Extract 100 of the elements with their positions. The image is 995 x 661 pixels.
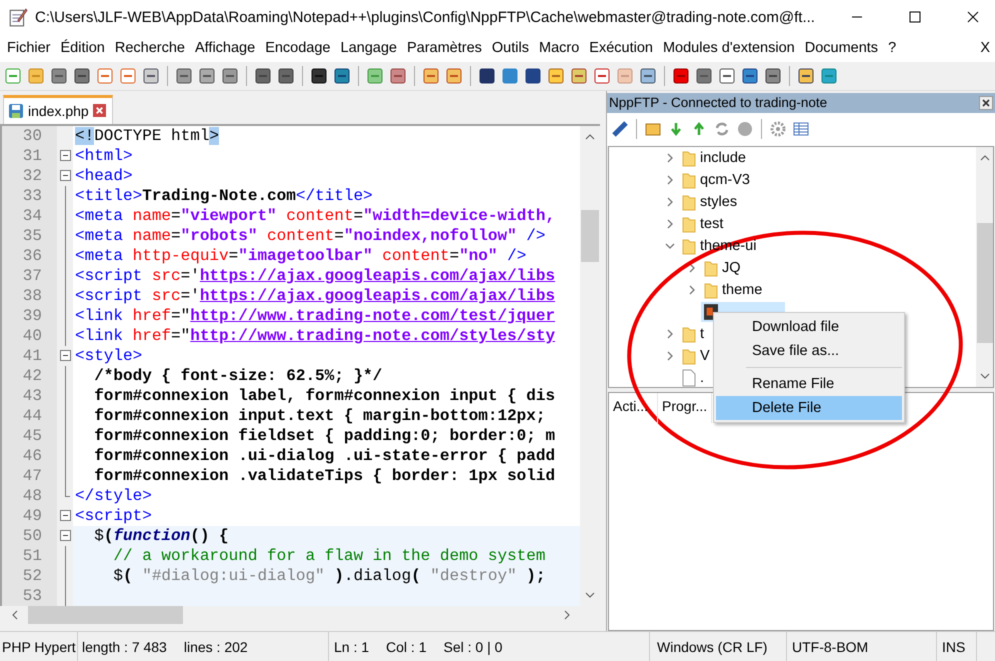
column-header[interactable]: Progr... — [658, 392, 712, 423]
scroll-left-icon[interactable] — [10, 610, 20, 620]
line-number: 52 — [2, 566, 57, 586]
tree-item[interactable]: t — [679, 324, 708, 344]
close-document-menu-item[interactable]: X — [980, 40, 995, 56]
line-number: 46 — [2, 446, 57, 466]
tree-item[interactable]: qcm-V3 — [679, 170, 753, 190]
window-title: C:\Users\JLF-WEB\AppData\Roaming\Notepad++\plugins\Config\NppFTP\Cache\webmaster@trading-note.com@ft... — [35, 8, 816, 26]
line-number: 31 — [2, 146, 57, 166]
code-line: <meta http-equiv="imagetoolbar" content="no" /> — [74, 246, 528, 266]
line-number: 41 — [2, 346, 57, 366]
column-status: Col : 1 — [386, 638, 426, 654]
gear-icon[interactable] — [769, 120, 787, 138]
code-line: <meta name="viewport" content="width=device-width, — [74, 206, 556, 226]
menu-item[interactable]: Affichage — [190, 40, 260, 56]
code-line: <head> — [74, 166, 134, 186]
tree-item[interactable]: theme — [701, 280, 766, 300]
menu-item[interactable]: ? — [883, 40, 902, 56]
fold-minus-icon[interactable] — [60, 150, 70, 161]
collapsed-chevron-icon[interactable] — [687, 284, 697, 295]
line-number: 53 — [2, 586, 57, 606]
menu-item[interactable]: Édition — [56, 40, 110, 56]
line-number: 40 — [2, 326, 57, 346]
code-line: <meta name="robots" content="noindex,nofollow" /> — [74, 226, 546, 246]
tree-item-label: test — [700, 216, 724, 232]
fold-minus-icon[interactable] — [60, 510, 70, 521]
menu-item[interactable]: Save file as... — [716, 338, 902, 363]
collapsed-chevron-icon[interactable] — [665, 350, 675, 361]
table-icon[interactable] — [792, 120, 810, 138]
line-number: 48 — [2, 486, 57, 506]
scroll-up-icon[interactable] — [980, 152, 990, 163]
tree-item[interactable]: JQ — [701, 258, 744, 278]
code-line: <title>Trading-Note.com</title> — [74, 186, 374, 206]
menu-item[interactable]: Delete File — [716, 396, 902, 420]
line-number: 36 — [2, 246, 57, 266]
line-number: 42 — [2, 366, 57, 386]
scroll-down-icon[interactable] — [980, 370, 990, 381]
collapsed-chevron-icon[interactable] — [665, 328, 675, 339]
insert-mode-status: INS — [937, 632, 977, 661]
refresh-icon[interactable] — [713, 120, 731, 138]
fold-minus-icon[interactable] — [60, 170, 70, 181]
menu-item[interactable]: Macro — [534, 40, 584, 56]
selection-status: Sel : 0 | 0 — [444, 638, 502, 654]
code-line: form#connexion fieldset { padding:0; border:0; m — [93, 426, 556, 446]
scroll-right-icon[interactable] — [562, 610, 572, 620]
code-line: form#connexion .validateTips { border: 1px solid — [93, 466, 556, 486]
line-number: 45 — [2, 426, 57, 446]
menu-item[interactable]: Encodage — [260, 40, 336, 56]
line-number: 44 — [2, 406, 57, 426]
fold-margin — [57, 586, 73, 606]
tree-item[interactable]: styles — [679, 192, 740, 212]
tree-item-label: JQ — [722, 260, 741, 276]
tree-item[interactable]: include — [679, 148, 749, 168]
encoding-status: UTF-8-BOM — [787, 632, 937, 661]
fold-minus-icon[interactable] — [60, 350, 70, 361]
tree-item[interactable]: . — [679, 368, 708, 387]
collapsed-chevron-icon[interactable] — [687, 262, 697, 273]
expanded-chevron-icon[interactable] — [665, 240, 675, 251]
menu-item[interactable]: Download file — [716, 314, 902, 339]
collapsed-chevron-icon[interactable] — [665, 152, 675, 163]
line-number: 47 — [2, 466, 57, 486]
tree-item-label: styles — [700, 194, 738, 210]
tree-item-label: . — [700, 370, 704, 386]
line-ending-status: Windows (CR LF) — [649, 632, 787, 661]
scroll-thumb[interactable] — [28, 606, 183, 624]
connect-icon[interactable] — [611, 120, 629, 138]
line-number: 39 — [2, 306, 57, 326]
tree-item[interactable]: test — [679, 214, 726, 234]
vertical-scrollbar[interactable] — [976, 146, 993, 387]
close-icon[interactable] — [979, 96, 993, 110]
code-line: form#connexion input.text { margin-bottom:12px; — [93, 406, 546, 426]
menu-item[interactable]: Documents — [800, 40, 884, 56]
collapsed-chevron-icon[interactable] — [665, 218, 675, 229]
collapsed-chevron-icon[interactable] — [665, 196, 675, 207]
collapsed-chevron-icon[interactable] — [665, 174, 675, 185]
menu-item[interactable]: Recherche — [110, 40, 190, 56]
menu-item[interactable]: Fichier — [2, 40, 56, 56]
menu-item[interactable]: Paramètres — [402, 40, 487, 56]
menu-item[interactable]: Exécution — [584, 40, 658, 56]
scroll-thumb[interactable] — [581, 210, 599, 262]
tree-item-label: include — [700, 150, 746, 166]
line-number: 33 — [2, 186, 57, 206]
code-line: <script> — [74, 506, 153, 526]
notepad-icon — [8, 7, 28, 28]
close-tab-icon[interactable] — [92, 104, 106, 118]
scroll-up-icon[interactable] — [585, 132, 595, 142]
line-number: 35 — [2, 226, 57, 246]
menu-item[interactable]: Rename File — [716, 372, 902, 396]
menu-item[interactable]: Outils — [486, 40, 534, 56]
line-number: 38 — [2, 286, 57, 306]
code-line: <link href="http://www.trading-note.com/test/jquer — [74, 306, 556, 326]
fold-minus-icon[interactable] — [60, 530, 70, 541]
tree-item[interactable]: V — [679, 346, 713, 366]
menu-item[interactable]: Langage — [336, 40, 402, 56]
line-number: 37 — [2, 266, 57, 286]
menu-item[interactable]: Modules d'extension — [658, 40, 800, 56]
scroll-thumb[interactable] — [976, 222, 992, 343]
scroll-down-icon[interactable] — [585, 590, 595, 600]
tree-item-label: qcm-V3 — [700, 172, 750, 188]
file-tab[interactable]: index.php — [3, 94, 113, 124]
